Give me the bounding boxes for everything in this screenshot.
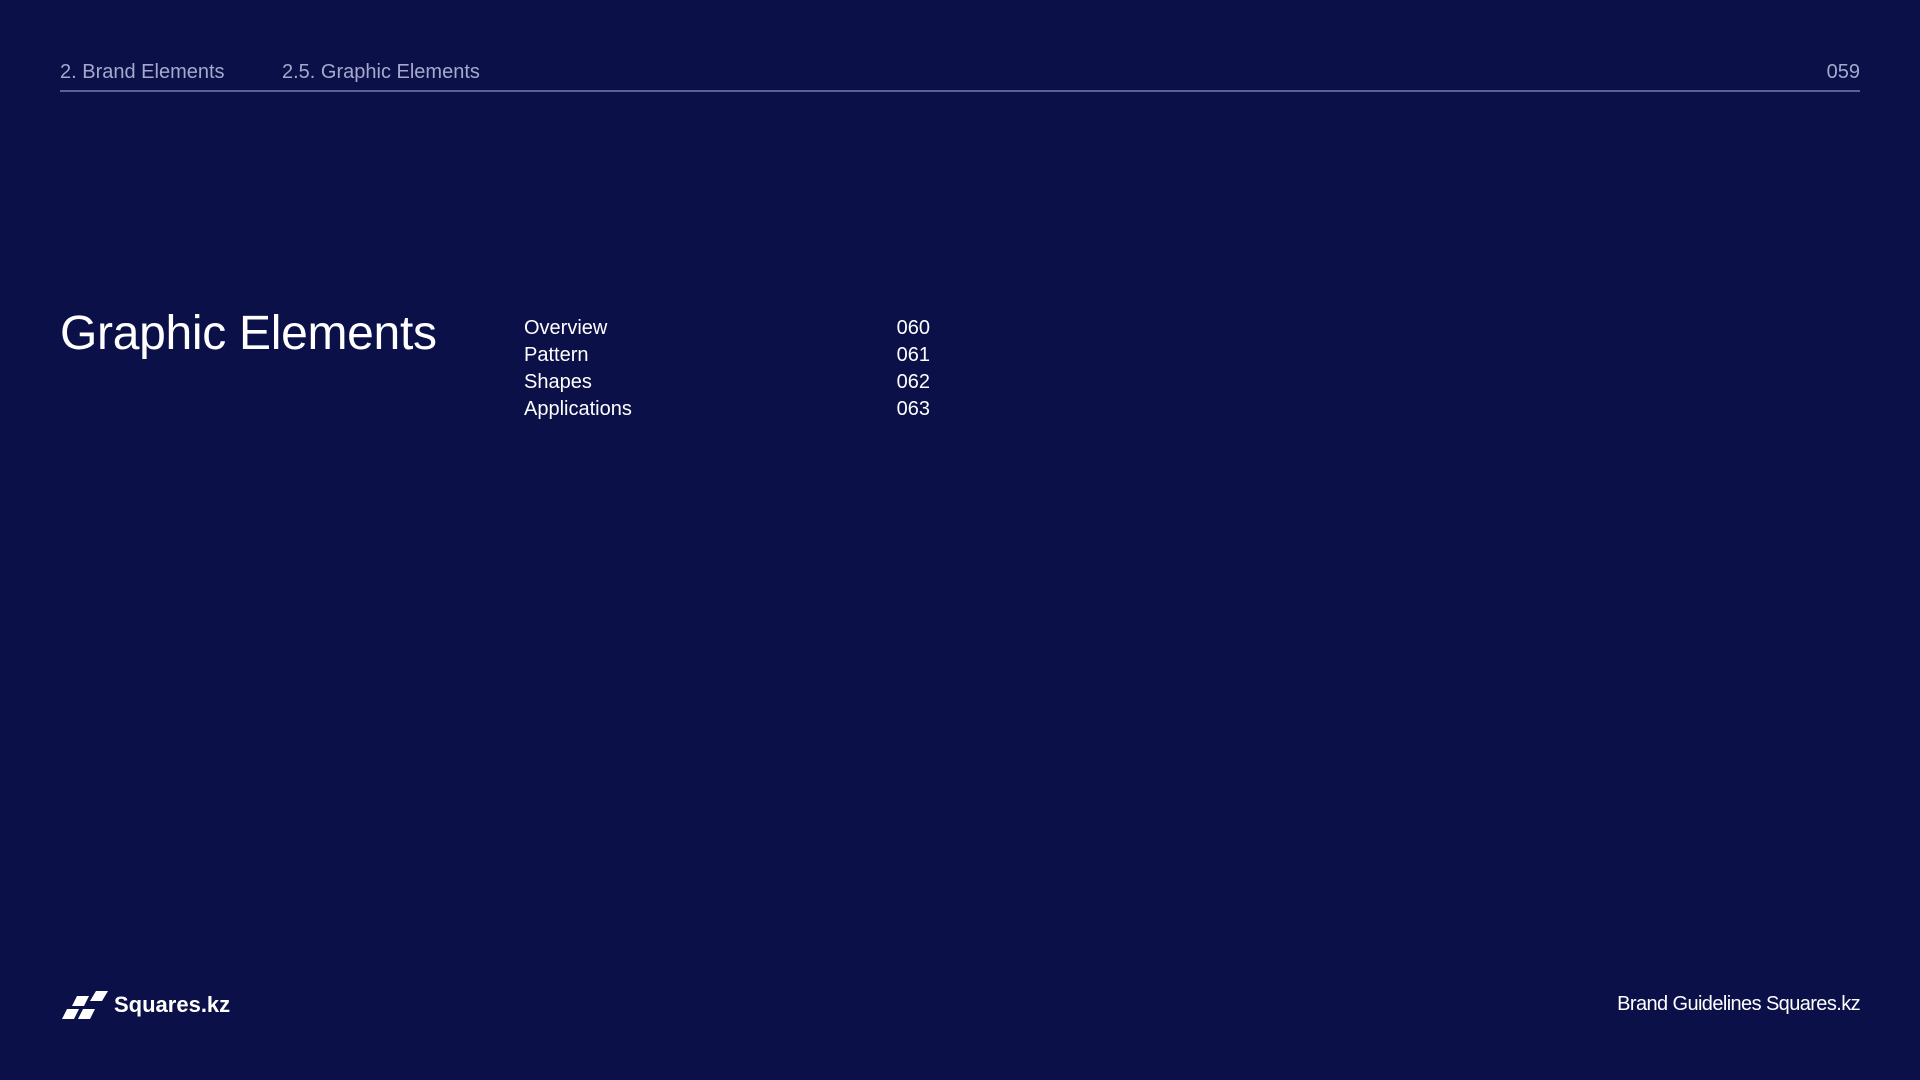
toc-item-page: 063 [896, 398, 930, 420]
toc-item-applications[interactable]: Applications 063 [524, 396, 930, 423]
breadcrumb-section: 2. Brand Elements [60, 61, 225, 83]
breadcrumb-subsection: 2.5. Graphic Elements [282, 61, 480, 83]
toc-item-page: 061 [896, 344, 930, 366]
page-number: 059 [1826, 61, 1860, 83]
section-title: Graphic Elements [60, 307, 437, 360]
toc-item-label: Shapes [524, 371, 592, 393]
toc-item-label: Applications [524, 398, 632, 420]
toc-item-overview[interactable]: Overview 060 [524, 315, 930, 342]
footer-text: Brand Guidelines Squares.kz [1617, 993, 1860, 1015]
toc-item-label: Overview [524, 317, 608, 339]
page-header: 2. Brand Elements 2.5. Graphic Elements … [60, 60, 1860, 92]
toc-item-shapes[interactable]: Shapes 062 [524, 369, 930, 396]
table-of-contents: Overview 060 Pattern 061 Shapes 062 Appl… [524, 315, 930, 423]
toc-item-label: Pattern [524, 344, 589, 366]
brand-name: Squares.kz [114, 992, 231, 1017]
toc-item-page: 060 [896, 317, 930, 339]
toc-item-page: 062 [896, 371, 930, 393]
squares-logo-icon [62, 991, 108, 1019]
brand-logo: Squares.kz [60, 990, 230, 1020]
toc-item-pattern[interactable]: Pattern 061 [524, 342, 930, 369]
